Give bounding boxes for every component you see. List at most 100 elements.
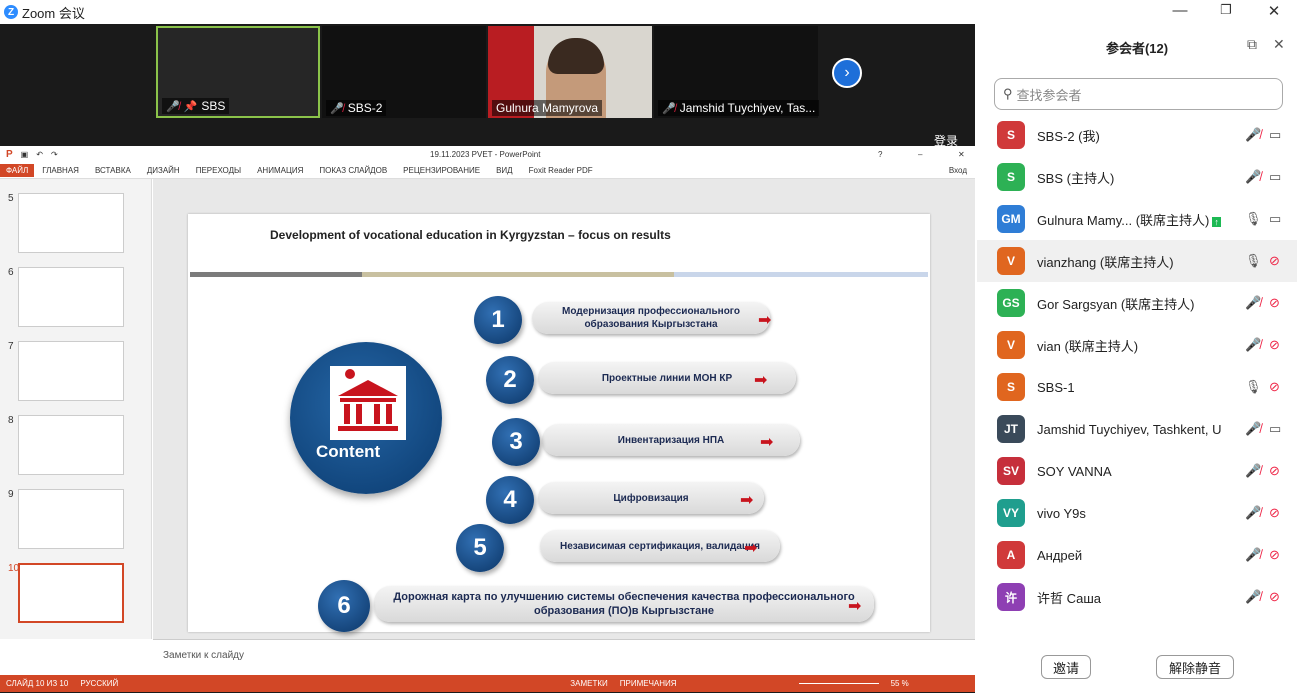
zoom-logo-icon: Z: [4, 5, 18, 19]
avatar: V: [997, 331, 1025, 359]
unmute-button[interactable]: 解除静音: [1156, 655, 1234, 679]
redo-icon[interactable]: ↷: [51, 150, 58, 159]
arrow-right-icon: ➡: [744, 540, 758, 557]
zoom-slider[interactable]: [798, 683, 879, 684]
camera-icon[interactable]: ▭: [1269, 211, 1281, 227]
mic-icon[interactable]: 🎙: [1245, 211, 1262, 227]
help-icon[interactable]: ?: [878, 150, 882, 159]
participant-row[interactable]: Vvianzhang (联席主持人) 🎙 ⊘: [977, 240, 1297, 282]
mic-muted-icon: 🎤̸: [166, 100, 180, 113]
close-panel-icon[interactable]: ✕: [1273, 36, 1285, 53]
camera-icon[interactable]: ▭: [1269, 421, 1281, 437]
slide-thumbnail-5[interactable]: [18, 193, 124, 253]
item-number: 1: [474, 296, 522, 344]
tab-home[interactable]: ГЛАВНАЯ: [42, 166, 79, 175]
mic-muted-icon[interactable]: 🎤̸: [1245, 463, 1261, 479]
camera-off-icon[interactable]: ⊘: [1269, 463, 1280, 479]
participant-name-text: vivo Y9s: [1037, 505, 1086, 521]
notes-toggle[interactable]: ЗАМЕТКИ: [570, 679, 607, 688]
ppt-minimize-icon[interactable]: –: [918, 150, 922, 159]
slide-thumbnail-9[interactable]: [18, 489, 124, 549]
mic-muted-icon[interactable]: 🎤̸: [1245, 505, 1261, 521]
chevron-right-icon: ›: [844, 64, 850, 81]
slide-thumbnail-8[interactable]: [18, 415, 124, 475]
participant-row[interactable]: A Андрей 🎤̸ ⊘: [977, 534, 1297, 576]
participant-row[interactable]: 许许哲 Саша 🎤̸ ⊘: [977, 576, 1297, 618]
participant-row[interactable]: SV SOY VANNA 🎤̸ ⊘: [977, 450, 1297, 492]
participant-name-text: SBS (主持人): [1037, 170, 1115, 186]
slide-notes[interactable]: Заметки к слайду: [153, 639, 975, 675]
tab-view[interactable]: ВИД: [496, 166, 513, 175]
mic-muted-icon[interactable]: 🎤̸: [1245, 547, 1261, 563]
avatar: SV: [997, 457, 1025, 485]
participant-row[interactable]: VY vivo Y9s 🎤̸ ⊘: [977, 492, 1297, 534]
participant-name-text: SOY VANNA: [1037, 463, 1112, 479]
camera-off-icon[interactable]: ⊘: [1269, 589, 1280, 605]
mic-muted-icon: 🎤̸: [330, 102, 344, 115]
camera-off-icon[interactable]: ⊘: [1269, 547, 1280, 563]
video-tile-gulnura[interactable]: Gulnura Mamyrova: [488, 26, 652, 118]
building-icon: [330, 366, 406, 440]
camera-off-icon[interactable]: ⊘: [1269, 379, 1280, 395]
invite-button[interactable]: 邀请: [1041, 655, 1091, 679]
camera-off-icon[interactable]: ⊘: [1269, 295, 1280, 311]
item-text: Цифровизация: [538, 482, 764, 514]
participant-row[interactable]: GS Gor Sargsyan (联席主持人) 🎤̸ ⊘: [977, 282, 1297, 324]
camera-off-icon[interactable]: ⊘: [1269, 337, 1280, 353]
participant-name: SBS-1: [1037, 380, 1221, 395]
save-icon[interactable]: ▣: [21, 150, 29, 159]
participant-row[interactable]: S SBS-2 (我) 🎤̸ ▭: [977, 114, 1297, 156]
mic-muted-icon[interactable]: 🎤̸: [1245, 589, 1261, 605]
video-tile-sbs[interactable]: 🎤̸ 📌 SBS: [156, 26, 320, 118]
popout-icon[interactable]: ⧉: [1247, 36, 1257, 53]
participant-name-text: SBS-2 (我): [1037, 128, 1100, 144]
tab-slideshow[interactable]: ПОКАЗ СЛАЙДОВ: [319, 166, 387, 175]
search-placeholder: 查找参会者: [1016, 87, 1082, 103]
participant-row[interactable]: S SBS (主持人) 🎤̸ ▭: [977, 156, 1297, 198]
participant-name: SBS (主持人): [1037, 168, 1221, 187]
restore-button[interactable]: ❐: [1216, 2, 1236, 18]
comments-toggle[interactable]: ПРИМЕЧАНИЯ: [620, 679, 677, 688]
signin-link[interactable]: Вход: [949, 166, 967, 175]
slide-canvas[interactable]: Development of vocational education in K…: [188, 214, 930, 632]
participant-row[interactable]: GM Gulnura Mamy... (联席主持人) ↑ 🎙 ▭: [977, 198, 1297, 240]
participant-name: vian (联席主持人): [1037, 336, 1221, 355]
video-tile-jamshid[interactable]: 🎤̸ Jamshid Tuychiyev, Tas...: [654, 26, 820, 118]
tab-animation[interactable]: АНИМАЦИЯ: [257, 166, 303, 175]
tab-transitions[interactable]: ПЕРЕХОДЫ: [196, 166, 241, 175]
participant-row[interactable]: Vvian (联席主持人) 🎤̸ ⊘: [977, 324, 1297, 366]
tab-design[interactable]: ДИЗАЙН: [147, 166, 180, 175]
participant-name-text: Андрей: [1037, 547, 1083, 563]
close-button[interactable]: ✕: [1264, 2, 1284, 20]
tab-insert[interactable]: ВСТАВКА: [95, 166, 131, 175]
arrow-right-icon: ➡: [754, 372, 768, 389]
participant-row[interactable]: S SBS-1 🎙 ⊘: [977, 366, 1297, 408]
mic-muted-icon[interactable]: 🎤̸: [1245, 421, 1261, 437]
participant-row[interactable]: JT Jamshid Tuychiyev, Tashkent, Uz... 🎤̸ ▭: [977, 408, 1297, 450]
slide-thumbnail-7[interactable]: [18, 341, 124, 401]
camera-off-icon[interactable]: ⊘: [1269, 253, 1280, 269]
participant-name: Gulnura Mamy... (联席主持人) ↑: [1037, 210, 1221, 229]
mic-icon[interactable]: 🎙: [1245, 379, 1262, 395]
tab-foxit[interactable]: Foxit Reader PDF: [529, 166, 593, 175]
slide-thumbnail-6[interactable]: [18, 267, 124, 327]
participant-search[interactable]: ⚲ 查找参会者: [994, 78, 1283, 110]
camera-off-icon[interactable]: ⊘: [1269, 505, 1280, 521]
mic-muted-icon[interactable]: 🎤̸: [1245, 337, 1261, 353]
tab-file[interactable]: ФАЙЛ: [0, 164, 35, 177]
camera-icon[interactable]: ▭: [1269, 127, 1281, 143]
mic-muted-icon[interactable]: 🎤̸: [1245, 169, 1261, 185]
mic-muted-icon[interactable]: 🎤̸: [1245, 295, 1261, 311]
minimize-button[interactable]: —: [1170, 2, 1190, 19]
slide-thumbnail-10[interactable]: [18, 563, 124, 623]
next-page-button[interactable]: ›: [832, 58, 862, 88]
camera-icon[interactable]: ▭: [1269, 169, 1281, 185]
zoom-level: 55 %: [890, 679, 909, 688]
ppt-close-icon[interactable]: ✕: [958, 150, 965, 159]
mic-muted-icon[interactable]: 🎤̸: [1245, 127, 1261, 143]
video-tile-sbs-2[interactable]: 🎤̸ SBS-2: [322, 26, 486, 118]
tab-review[interactable]: РЕЦЕНЗИРОВАНИЕ: [403, 166, 480, 175]
thumb-number: 9: [8, 489, 14, 500]
mic-icon[interactable]: 🎙: [1245, 253, 1262, 269]
undo-icon[interactable]: ↶: [36, 150, 43, 159]
